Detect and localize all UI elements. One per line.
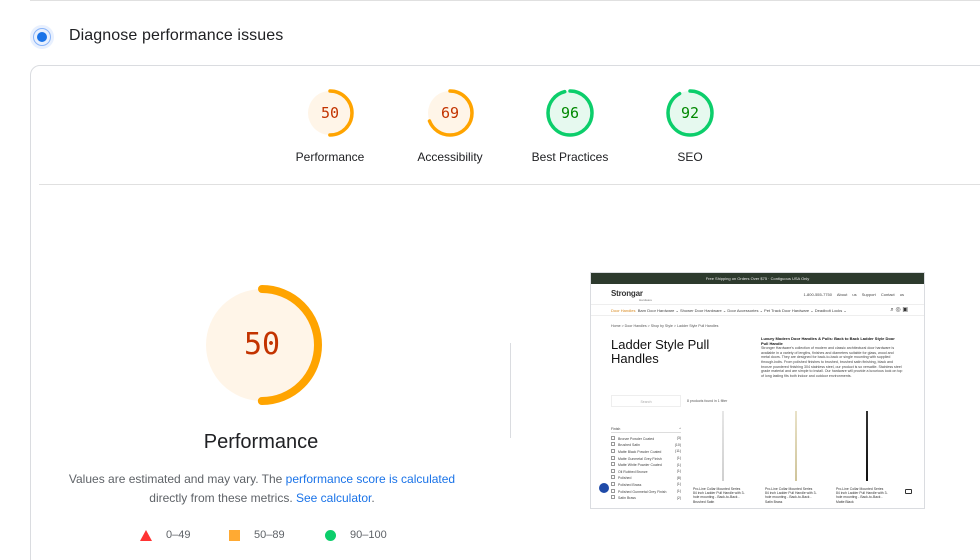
product-image [866, 411, 868, 481]
product-title: Pro-Line Collar Mounted Series 84 inch L… [836, 487, 888, 504]
gauge-performance[interactable]: 50 Performance [265, 88, 395, 164]
site-page-title: Ladder Style Pull Handles [611, 337, 710, 366]
menu-active: Door Handles [611, 308, 636, 313]
see-calculator-link[interactable]: See calculator [296, 491, 371, 505]
vertical-divider [510, 343, 511, 438]
filter-option: Bronze Powder Coated (3) [611, 435, 681, 442]
chat-icon [905, 489, 912, 494]
gauge-label: Performance [295, 150, 365, 164]
site-description: Luxury Modern Door Handles & Pulls: Back… [761, 336, 903, 378]
desc-title: Luxury Modern Door Handles & Pulls: Back… [761, 336, 895, 346]
section-title: Diagnose performance issues [69, 27, 284, 44]
site-search: Search [611, 395, 681, 407]
filter-option: Matte White Powder Coated (1) [611, 461, 681, 468]
gauge-score: 92 [680, 104, 700, 122]
filter-heading: Finish [611, 426, 621, 431]
page-screenshot-thumbnail[interactable]: Free Shipping on Orders Over $75 · Conti… [590, 272, 925, 509]
gauge-accessibility[interactable]: 69 Accessibility [385, 88, 515, 164]
site-breadcrumb: Home > Door Handles > Shop by Style > La… [611, 324, 719, 328]
triangle-icon [140, 529, 152, 541]
accessibility-widget-icon [599, 483, 609, 493]
gauge-best-practices[interactable]: 96 Best Practices [505, 88, 635, 164]
site-menu: Door Handles Barn Door Hardware ⌄ Shower… [591, 304, 924, 316]
site-header: Strongar Hardware 1-800-555-7750 About u… [591, 284, 924, 304]
gauge-score: 50 [320, 104, 340, 122]
square-icon [229, 529, 240, 541]
score-calculated-link[interactable]: performance score is calculated [286, 472, 455, 486]
site-result-count: 8 products found in 1 filter [687, 399, 728, 403]
filter-option: Matte Black Powder Coated (11) [611, 448, 681, 455]
product-title: Pro-Line Collar Mounted Series 84 inch L… [693, 487, 745, 504]
product-image [722, 411, 724, 481]
product-image [795, 411, 797, 481]
note-end: . [371, 491, 375, 505]
gauge-score: 96 [560, 104, 580, 122]
filter-option: Polished Gunmetal Grey Finish (1) [611, 488, 681, 495]
legend-range: 0–49 [166, 529, 191, 541]
site-filter-list: Finish ^ Bronze Powder Coated (3) Brushed S… [611, 426, 681, 501]
gauge-label: Accessibility [417, 150, 483, 164]
legend-average: 50–89 [229, 529, 285, 541]
circle-icon [325, 529, 336, 541]
site-links: 1-800-555-7750 About us Support Contact … [803, 292, 905, 297]
note-text: Values are estimated and may vary. The [68, 472, 286, 486]
filter-option: Satin Brass (2) [611, 494, 681, 501]
note-text-2: directly from these metrics. [149, 491, 296, 505]
gauge-seo[interactable]: 92 SEO [625, 88, 755, 164]
filter-option: Brushed Satin (10) [611, 442, 681, 449]
legend-range: 50–89 [254, 529, 285, 541]
promo-banner: Free Shipping on Orders Over $75 · Conti… [591, 273, 924, 284]
search-icon: ⌕ ◎ ▣ [890, 307, 908, 313]
desc-body: Stronger Hardware's collection of modern… [761, 346, 903, 378]
gauge-label: SEO [677, 150, 703, 164]
filter-option: Oil Rubbed Bronze (1) [611, 468, 681, 475]
legend-pass: 90–100 [325, 529, 387, 541]
gauge-score: 69 [440, 104, 460, 122]
filter-option: Matte Gunmetal Grey Finish (1) [611, 455, 681, 462]
site-logo: Strongar [611, 289, 643, 298]
performance-gauge-large: 50 [201, 284, 323, 406]
legend-range: 90–100 [350, 529, 387, 541]
lighthouse-icon [30, 25, 54, 49]
top-divider [30, 0, 980, 1]
performance-label: Performance [203, 431, 319, 453]
product-title: Pro-Line Collar Mounted Series 84 inch L… [765, 487, 817, 504]
performance-score: 50 [243, 327, 281, 362]
filter-option: Polished Brass (1) [611, 481, 681, 488]
legend-fail: 0–49 [140, 529, 190, 541]
gauge-label: Best Practices [531, 150, 609, 164]
score-note: Values are estimated and may vary. The p… [62, 470, 462, 508]
gauge-divider [39, 184, 980, 185]
site-logo-sub: Hardware [639, 298, 653, 302]
filter-option: Polished (8) [611, 475, 681, 482]
menu-items: Barn Door Hardware ⌄ Shower Door Hardwar… [637, 308, 847, 313]
